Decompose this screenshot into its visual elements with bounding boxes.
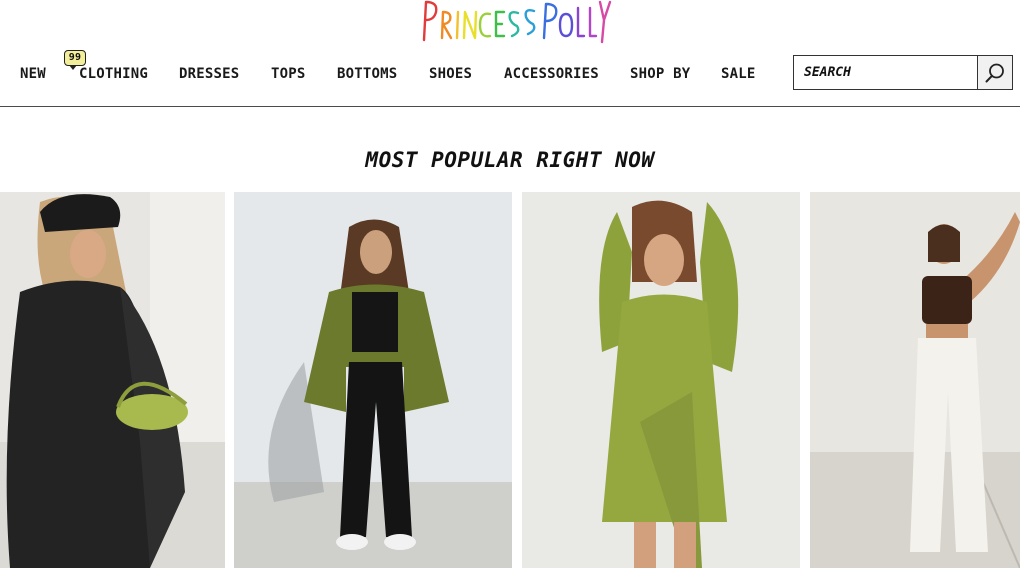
nav-item-label: TOPS — [271, 66, 306, 82]
brand-logo[interactable] — [420, 0, 612, 44]
nav-item-dresses[interactable]: DRESSES — [179, 56, 239, 92]
product-image — [522, 192, 800, 568]
product-tile[interactable] — [522, 192, 800, 568]
search-button[interactable] — [977, 55, 1013, 90]
product-image — [234, 192, 512, 568]
nav-item-label: NEW — [20, 66, 46, 82]
product-image — [0, 192, 225, 568]
nav-item-label: CLOTHING — [79, 66, 149, 82]
nav-item-label: ACCESSORIES — [504, 66, 599, 82]
nav-item-label: SHOES — [429, 66, 473, 82]
nav-item-shop-by[interactable]: SHOP BY — [630, 56, 690, 92]
search-icon — [985, 63, 1004, 82]
nav-item-bottoms[interactable]: BOTTOMS — [337, 56, 397, 92]
princess-polly-logo-icon — [422, 0, 612, 44]
nav-item-new[interactable]: NEW 99 — [20, 50, 86, 92]
nav-item-sale[interactable]: SALE — [721, 56, 756, 92]
nav-item-tops[interactable]: TOPS — [271, 56, 306, 92]
nav-item-label: SHOP BY — [630, 66, 691, 82]
nav-item-shoes[interactable]: SHOES — [429, 56, 472, 92]
header-divider — [0, 106, 1020, 107]
nav-item-clothing[interactable]: CLOTHING — [79, 56, 148, 92]
section-title: MOST POPULAR RIGHT NOW — [365, 148, 655, 172]
product-tile[interactable] — [234, 192, 512, 568]
nav-item-label: DRESSES — [179, 66, 240, 82]
product-tile[interactable] — [0, 192, 225, 568]
product-tile[interactable] — [810, 192, 1020, 568]
search-bar — [793, 55, 1013, 90]
nav-item-accessories[interactable]: ACCESSORIES — [504, 56, 599, 92]
nav-item-label: BOTTOMS — [337, 66, 398, 82]
main-nav: NEW 99 CLOTHING DRESSES TOPS BOTTOMS SHO… — [0, 50, 780, 96]
nav-item-label: SALE — [721, 66, 756, 82]
search-input[interactable] — [793, 55, 978, 90]
product-image — [810, 192, 1020, 568]
